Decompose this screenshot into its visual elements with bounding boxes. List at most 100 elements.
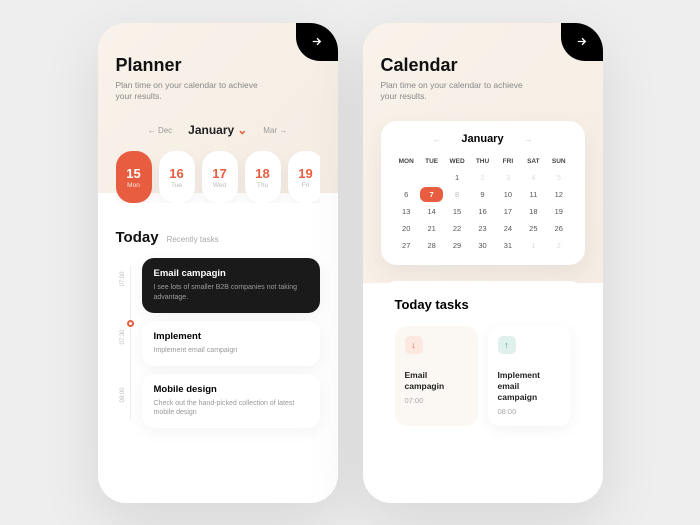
today-heading: Today <box>116 229 159 246</box>
calendar-day[interactable]: 1 <box>522 238 545 253</box>
task-time: 07:00 <box>405 396 468 405</box>
calendar-day[interactable] <box>395 170 418 185</box>
day-number: 15 <box>126 166 140 181</box>
calendar-day[interactable]: 21 <box>420 221 443 236</box>
cal-month-label: January <box>461 133 503 145</box>
current-month-dropdown[interactable]: January ⌄ <box>188 123 247 137</box>
calendar-day[interactable]: 13 <box>395 204 418 219</box>
page-title: Calendar <box>381 55 585 76</box>
weekday-header: SUN <box>547 155 570 168</box>
today-tasks-panel: Today tasks ↓ Email campagin 07:00 ↑ Impleme… <box>381 281 585 426</box>
calendar-day[interactable]: 9 <box>471 187 494 202</box>
calendar-day[interactable]: 20 <box>395 221 418 236</box>
task-desc: Implement email campaign <box>154 346 308 356</box>
day-number: 19 <box>298 166 312 181</box>
calendar-day[interactable]: 5 <box>547 170 570 185</box>
task-mini-card[interactable]: ↓ Email campagin 07:00 <box>395 326 478 426</box>
day-of-week: Thu <box>257 182 268 189</box>
weekday-header: SAT <box>522 155 545 168</box>
task-desc: Check out the hand-picked collection of … <box>154 399 308 419</box>
calendar-day[interactable]: 16 <box>471 204 494 219</box>
calendar-day[interactable]: 1 <box>445 170 468 185</box>
today-tasks-heading: Today tasks <box>395 297 571 312</box>
arrow-right-icon <box>575 35 588 48</box>
calendar-grid: MONTUEWEDTHUFRISATSUN1234567891011121314… <box>395 155 571 253</box>
day-number: 16 <box>169 166 183 181</box>
planner-screen: Planner Plan time on your calendar to ac… <box>98 23 338 503</box>
day-chip[interactable]: 15Mon <box>116 151 152 203</box>
weekday-header: WED <box>445 155 468 168</box>
calendar-day[interactable]: 31 <box>496 238 519 253</box>
cal-prev-button[interactable]: ← <box>432 134 441 144</box>
day-chip[interactable]: 18Thu <box>245 151 281 203</box>
calendar-day[interactable]: 11 <box>522 187 545 202</box>
calendar-day[interactable]: 6 <box>395 187 418 202</box>
chevron-down-icon: ⌄ <box>237 123 247 137</box>
day-of-week: Tue <box>171 182 182 189</box>
day-of-week: Mon <box>127 182 140 189</box>
calendar-day[interactable]: 7 <box>420 187 443 202</box>
day-chip[interactable]: 16Tue <box>159 151 195 203</box>
day-chip[interactable]: 19Fri <box>288 151 320 203</box>
calendar-day[interactable]: 15 <box>445 204 468 219</box>
task-card[interactable]: Email campaginI see lots of smaller B2B … <box>142 258 320 313</box>
task-card[interactable]: Implement Implement email campaign <box>142 321 320 366</box>
day-of-week: Wed <box>213 182 226 189</box>
calendar-day[interactable]: 12 <box>547 187 570 202</box>
day-number: 17 <box>212 166 226 181</box>
day-number: 18 <box>255 166 269 181</box>
next-month-button[interactable]: Mar → <box>263 126 287 135</box>
page-title: Planner <box>116 55 320 76</box>
calendar-day[interactable]: 3 <box>496 170 519 185</box>
calendar-day[interactable]: 18 <box>522 204 545 219</box>
calendar-card: ← January → MONTUEWEDTHUFRISATSUN1234567… <box>381 121 585 265</box>
time-label: 07:00 <box>120 266 126 292</box>
arrow-up-icon: ↑ <box>498 336 516 354</box>
calendar-day[interactable] <box>420 170 443 185</box>
calendar-day[interactable]: 17 <box>496 204 519 219</box>
weekday-header: THU <box>471 155 494 168</box>
arrow-right-icon <box>310 35 323 48</box>
timeline-marker <box>127 320 134 327</box>
current-month-label: January <box>188 123 234 137</box>
day-strip[interactable]: 15Mon16Tue17Wed18Thu19Fri <box>116 151 320 203</box>
task-title: Implement email campaign <box>498 370 561 403</box>
cal-next-button[interactable]: → <box>524 134 533 144</box>
task-title: Implement <box>154 331 308 342</box>
calendar-day[interactable]: 28 <box>420 238 443 253</box>
calendar-day[interactable]: 29 <box>445 238 468 253</box>
calendar-day[interactable]: 2 <box>471 170 494 185</box>
calendar-day[interactable]: 10 <box>496 187 519 202</box>
time-label: 08:00 <box>120 382 126 408</box>
calendar-day[interactable]: 23 <box>471 221 494 236</box>
arrow-down-icon: ↓ <box>405 336 423 354</box>
calendar-day[interactable]: 19 <box>547 204 570 219</box>
prev-month-button[interactable]: ← Dec <box>148 126 172 135</box>
task-title: Mobile design <box>154 384 308 395</box>
calendar-day[interactable]: 26 <box>547 221 570 236</box>
weekday-header: MON <box>395 155 418 168</box>
calendar-day[interactable]: 24 <box>496 221 519 236</box>
weekday-header: FRI <box>496 155 519 168</box>
time-label: 07:30 <box>120 324 126 350</box>
month-navigation: ← Dec January ⌄ Mar → <box>116 123 320 137</box>
task-card[interactable]: Mobile design Check out the hand-picked c… <box>142 374 320 429</box>
day-chip[interactable]: 17Wed <box>202 151 238 203</box>
task-time: 08:00 <box>498 407 561 416</box>
calendar-day[interactable]: 22 <box>445 221 468 236</box>
calendar-day[interactable]: 8 <box>445 187 468 202</box>
task-title: Email campagin <box>405 370 468 392</box>
weekday-header: TUE <box>420 155 443 168</box>
task-mini-card[interactable]: ↑ Implement email campaign 08:00 <box>488 326 571 426</box>
timeline: 07:00 Email campaginI see lots of smaller… <box>116 258 320 428</box>
task-desc: I see lots of smaller B2B companies not … <box>154 283 308 303</box>
page-subtitle: Plan time on your calendar to achieve yo… <box>116 80 276 104</box>
calendar-day[interactable]: 2 <box>547 238 570 253</box>
calendar-day[interactable]: 27 <box>395 238 418 253</box>
day-of-week: Fri <box>302 182 310 189</box>
calendar-day[interactable]: 30 <box>471 238 494 253</box>
calendar-day[interactable]: 4 <box>522 170 545 185</box>
calendar-day[interactable]: 25 <box>522 221 545 236</box>
today-subheading: Recently tasks <box>167 235 219 244</box>
calendar-day[interactable]: 14 <box>420 204 443 219</box>
